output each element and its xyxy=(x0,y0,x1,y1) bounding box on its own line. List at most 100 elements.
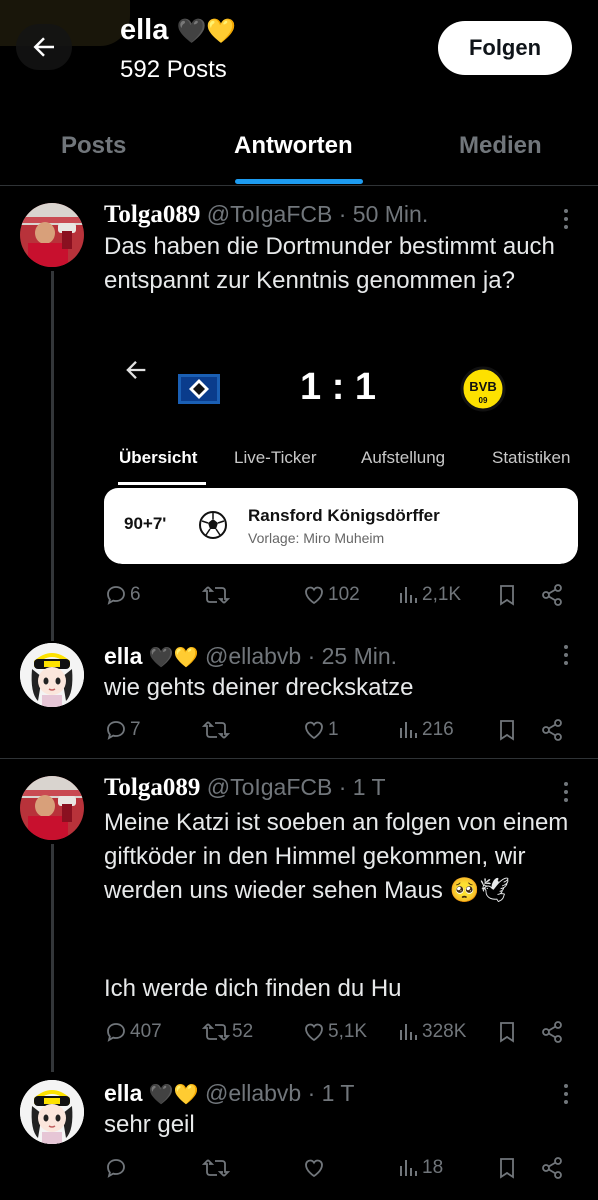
tweet-text: sehr geil xyxy=(104,1111,195,1138)
tweet-tolga-1[interactable]: Tolga089 @ToIgaFCB · 50 Min. Das haben d… xyxy=(0,187,598,641)
heart-icon xyxy=(305,586,323,605)
tweet-header: Tolga089 @ToIgaFCB · 1 T xyxy=(104,774,386,802)
tweet-text: Meine Katzi ist soeben an folgen von ein… xyxy=(104,809,569,904)
tweet-ella-1[interactable]: ella 🖤💛 @ellabvb · 25 Min. wie gehts dei… xyxy=(0,631,598,759)
more-options-icon[interactable] xyxy=(556,782,576,802)
author-name[interactable]: Tolga089 xyxy=(104,774,200,801)
more-options-icon[interactable] xyxy=(556,645,576,665)
goal-assist: Vorlage: Miro Muheim xyxy=(248,530,385,546)
view-count: 18 xyxy=(422,1157,444,1178)
tweet-time: · 1 T xyxy=(338,774,386,800)
views-button[interactable]: 2,1K xyxy=(398,583,461,607)
reply-button[interactable]: 407 xyxy=(104,1020,162,1044)
views-icon xyxy=(400,1024,417,1040)
tweet-header: ella 🖤💛 @ellabvb · 1 T xyxy=(104,1080,354,1107)
author-name[interactable]: ella xyxy=(104,643,142,669)
profile-name-text: ella xyxy=(120,14,169,46)
back-button[interactable] xyxy=(16,24,72,70)
bvb-logo-text: BVB xyxy=(469,379,496,394)
share-icon xyxy=(542,584,562,606)
subtab-live-ticker[interactable]: Live-Ticker xyxy=(234,448,317,468)
bookmark-icon xyxy=(500,1158,514,1179)
heart-icon xyxy=(305,721,323,740)
views-button[interactable]: 216 xyxy=(398,718,454,742)
more-options-icon[interactable] xyxy=(556,209,576,229)
reply-count: 6 xyxy=(130,584,141,605)
repost-icon xyxy=(202,1023,230,1041)
view-count: 216 xyxy=(422,719,454,740)
bookmark-icon xyxy=(500,1022,514,1043)
like-count: 5,1K xyxy=(328,1021,368,1042)
tab-replies[interactable]: Antworten xyxy=(234,132,353,160)
avatar-ella[interactable] xyxy=(20,643,84,707)
repost-button[interactable] xyxy=(202,718,232,742)
subtab-overview[interactable]: Übersicht xyxy=(119,448,197,468)
heart-emojis: 🖤💛 xyxy=(148,647,199,669)
goal-event-card: 90+7' Ransford Königsdörffer Vorlage: Mi… xyxy=(104,488,578,564)
tweet-tolga-2[interactable]: Tolga089 @ToIgaFCB · 1 T Meine Katzi ist… xyxy=(0,760,598,1072)
like-button[interactable]: 5,1K xyxy=(302,1020,367,1044)
soccer-ball-icon xyxy=(199,511,227,539)
repost-icon xyxy=(202,721,230,739)
repost-button[interactable] xyxy=(202,1156,232,1180)
more-options-icon[interactable] xyxy=(556,1084,576,1104)
repost-button[interactable] xyxy=(202,583,232,607)
embedded-image[interactable]: 1 : 1 BVB 09 Übersicht Live-Ticker Aufst… xyxy=(104,344,578,564)
author-handle[interactable]: @ellabvb xyxy=(205,643,301,669)
follow-button[interactable]: Folgen xyxy=(438,21,572,75)
subtab-indicator xyxy=(118,482,206,485)
reply-button[interactable]: 7 xyxy=(104,718,141,742)
tweet-ella-2[interactable]: ella 🖤💛 @ellabvb · 1 T sehr geil 18 xyxy=(0,1066,598,1200)
views-button[interactable]: 328K xyxy=(398,1020,466,1044)
repost-button[interactable]: 52 xyxy=(202,1020,253,1044)
tweet-header: Tolga089 @ToIgaFCB · 50 Min. xyxy=(104,201,428,229)
author-handle[interactable]: @ellabvb xyxy=(205,1080,301,1106)
author-name[interactable]: Tolga089 xyxy=(104,201,200,228)
bookmark-button[interactable] xyxy=(496,1156,518,1180)
like-button[interactable] xyxy=(302,1156,328,1180)
views-icon xyxy=(400,587,417,603)
share-button[interactable] xyxy=(540,583,564,607)
tweet-text-second-paragraph: Ich werde dich finden du Hu xyxy=(104,975,402,1002)
view-count: 2,1K xyxy=(422,584,462,605)
bookmark-button[interactable] xyxy=(496,718,518,742)
share-button[interactable] xyxy=(540,1156,564,1180)
author-handle[interactable]: @ToIgaFCB xyxy=(207,201,333,227)
share-icon xyxy=(542,1021,562,1043)
like-button[interactable]: 1 xyxy=(302,718,339,742)
avatar-ella[interactable] xyxy=(20,1080,84,1144)
views-icon xyxy=(400,722,417,738)
tweet-actions: 18 xyxy=(100,1156,580,1186)
heart-icon xyxy=(305,1159,323,1178)
views-button[interactable]: 18 xyxy=(398,1156,443,1180)
tweet-time: · 25 Min. xyxy=(307,643,398,669)
heart-emojis: 🖤💛 xyxy=(148,1084,199,1106)
bookmark-button[interactable] xyxy=(496,1020,518,1044)
reply-button[interactable] xyxy=(104,1156,130,1180)
repost-icon xyxy=(202,1159,230,1177)
avatar-tolga[interactable] xyxy=(20,203,84,267)
subtab-lineup[interactable]: Aufstellung xyxy=(361,448,445,468)
reply-button[interactable]: 6 xyxy=(104,583,141,607)
bvb-logo-icon: BVB 09 xyxy=(460,366,506,412)
like-button[interactable]: 102 xyxy=(302,583,360,607)
reply-icon xyxy=(107,586,125,605)
active-tab-indicator xyxy=(235,179,363,184)
match-score: 1 : 1 xyxy=(300,366,377,408)
tweet-text: wie gehts deiner dreckskatze xyxy=(104,674,414,701)
share-button[interactable] xyxy=(540,1020,564,1044)
share-button[interactable] xyxy=(540,718,564,742)
bookmark-button[interactable] xyxy=(496,583,518,607)
thread-line xyxy=(51,844,54,1072)
tab-media[interactable]: Medien xyxy=(459,132,542,160)
avatar-tolga[interactable] xyxy=(20,776,84,840)
bvb-logo-year: 09 xyxy=(479,396,488,405)
reply-icon xyxy=(107,1023,125,1042)
profile-name: ella 🖤💛 xyxy=(120,14,236,47)
repost-count: 52 xyxy=(232,1021,254,1042)
author-handle[interactable]: @ToIgaFCB xyxy=(207,774,333,800)
author-name[interactable]: ella xyxy=(104,1080,142,1106)
subtab-statistics[interactable]: Statistiken xyxy=(492,448,570,468)
thread-line xyxy=(51,271,54,641)
tab-posts[interactable]: Posts xyxy=(61,132,126,160)
